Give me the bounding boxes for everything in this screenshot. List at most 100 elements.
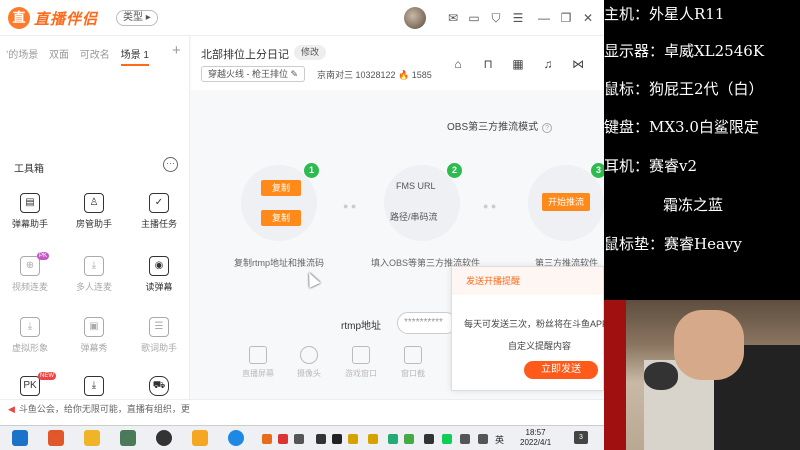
step-paste: FMS URL 路径/串码流 2 [384, 163, 462, 241]
app-brand: 直播伴侣 [34, 11, 99, 28]
tool-danmu-helper[interactable]: ▤ 弹幕助手 [2, 193, 58, 230]
close-icon[interactable]: ✕ [580, 10, 596, 26]
app-obs-icon[interactable] [156, 430, 172, 446]
volume-icon[interactable] [478, 434, 488, 444]
camera-icon [300, 346, 318, 364]
tray-icon[interactable] [368, 434, 378, 444]
source-window[interactable]: 窗口截 [391, 346, 435, 379]
network-icon[interactable] [460, 434, 470, 444]
minimize-icon[interactable]: — [536, 10, 552, 26]
app-face-icon[interactable] [84, 430, 100, 446]
app-window-icon[interactable] [120, 430, 136, 446]
download-icon: ⤓ [84, 376, 104, 396]
edge-icon[interactable] [228, 430, 244, 446]
step-start: 开始推流 3 [528, 163, 606, 241]
more-icon[interactable]: ··· [163, 157, 178, 172]
wechat-icon[interactable] [388, 434, 398, 444]
tool-danmu-show[interactable]: ▣ 弹幕秀 [66, 317, 122, 354]
main-panel: 北部排位上分日记 修改 穿越火线 - 枪王排位 ✎ 京南对三 10328122 … [191, 36, 608, 399]
scene-tab[interactable]: 双面 [49, 50, 69, 61]
copy-key-button[interactable]: 复制 [261, 210, 301, 226]
danmu-icon: ▤ [20, 193, 40, 213]
category-tag[interactable]: 穿越火线 - 枪王排位 ✎ [201, 66, 306, 82]
obs-mode-title: OBS第三方推流模式? [447, 118, 553, 133]
source-camera[interactable]: 摄像头 [287, 346, 331, 379]
window-icon [404, 346, 422, 364]
app-logo-icon: 直 [8, 7, 30, 29]
source-screen[interactable]: 直播屏幕 [236, 346, 280, 379]
scene-tab[interactable]: ’的场景 [6, 50, 38, 61]
lock-icon[interactable]: ⊓ [480, 56, 496, 72]
screen-icon[interactable]: ▭ [466, 10, 482, 26]
toolbox-title: 工具箱 [14, 164, 44, 175]
app-g-icon[interactable] [48, 430, 64, 446]
cam-mouse [644, 362, 678, 390]
send-now-button[interactable]: 立即发送 [524, 361, 598, 379]
tool-label: 多人连麦 [75, 282, 112, 292]
tool-multi-link[interactable]: ⤓ 多人连麦 [66, 256, 122, 293]
clock[interactable]: 18:57 2022/4/1 [520, 428, 551, 448]
live-reminder-popup: 发送开播提醒 每天可发送三次，粉丝将在斗鱼APP 自定义提醒内容 立即发送 [451, 266, 608, 391]
tray-icon[interactable] [294, 434, 304, 444]
tool-lyrics[interactable]: ☰ 歌词助手 [131, 317, 187, 354]
ime-indicator[interactable]: 英 [495, 433, 504, 446]
spec-line: 显示器：卓威XL2546K [604, 42, 765, 60]
cam-hand [674, 310, 744, 380]
step-connector: ● ● [483, 201, 497, 211]
nvidia-icon[interactable] [442, 434, 452, 444]
bell-icon[interactable]: ♫ [540, 56, 556, 72]
restore-icon[interactable]: ❐ [558, 10, 574, 26]
tray-icon[interactable] [278, 434, 288, 444]
tool-read-danmu[interactable]: ◉ 读弹幕 [131, 256, 187, 293]
tool-video-link[interactable]: ⊕ PK 视频连麦 [2, 252, 58, 293]
share-icon[interactable]: ⋈ [570, 56, 586, 72]
spec-line: 鼠标：狗屁王2代（白） [604, 80, 764, 98]
tray-icon[interactable] [404, 434, 414, 444]
scene-tab-active[interactable]: 场景 1 [120, 50, 149, 66]
source-label: 直播屏幕 [242, 369, 274, 378]
add-scene-button[interactable]: + [172, 42, 181, 59]
tool-label: 主播任务 [140, 219, 177, 229]
step-connector: ● ● [343, 201, 357, 211]
step-number-2: 2 [447, 163, 462, 178]
room-header: 北部排位上分日记 修改 穿越火线 - 枪王排位 ✎ 京南对三 10328122 … [191, 36, 604, 90]
copy-rtmp-button[interactable]: 复制 [261, 180, 301, 196]
qq-icon[interactable] [332, 434, 342, 444]
mail-icon[interactable]: ✉ [445, 10, 461, 26]
app-help-icon[interactable] [192, 430, 208, 446]
help-icon[interactable]: ? [542, 123, 553, 133]
tray-icon[interactable] [424, 434, 434, 444]
tray-icon[interactable] [348, 434, 358, 444]
task-icon: ✓ [149, 193, 169, 213]
scene-tabs: ’的场景 双面 可改名 场景 1 [6, 46, 157, 66]
shirt-icon[interactable]: ⛉ [488, 10, 504, 26]
tool-car[interactable]: ⛟ [131, 376, 187, 400]
tool-label: 视频连麦 [11, 282, 48, 292]
tool-anchor-task[interactable]: ✓ 主播任务 [131, 193, 187, 230]
read-danmu-icon: ◉ [149, 256, 169, 276]
video-link-icon: ⊕ PK [20, 252, 49, 276]
layout-icon[interactable]: ▦ [510, 56, 526, 72]
multi-link-icon: ⤓ [84, 256, 104, 276]
sidebar: ’的场景 双面 可改名 场景 1 + 工具箱 ··· ▤ 弹幕助手 ♙ 房管助手 ✓… [0, 36, 190, 399]
start-push-button[interactable]: 开始推流 [542, 193, 590, 211]
tray-icon[interactable] [262, 434, 272, 444]
spec-line: 霜冻之蓝 [663, 196, 724, 214]
gift-icon[interactable]: ⌂ [450, 56, 466, 72]
scene-tab[interactable]: 可改名 [80, 50, 110, 61]
tool-virtual-avatar[interactable]: ⤓ 虚拟形象 [2, 317, 58, 354]
speaker-icon: ◀ [8, 404, 15, 414]
edit-title-button[interactable]: 修改 [294, 45, 327, 60]
source-game[interactable]: 游戏窗口 [339, 346, 383, 379]
user-avatar[interactable] [404, 7, 426, 29]
type-button[interactable]: 类型 ▸ [116, 10, 158, 26]
mic-icon[interactable] [316, 434, 326, 444]
rtmp-field[interactable]: ********** [397, 312, 457, 334]
tool-pk[interactable]: PK NEW [2, 372, 58, 400]
custom-reminder-link[interactable]: 自定义提醒内容 [508, 339, 571, 352]
windows-start-icon[interactable] [12, 430, 28, 446]
tool-room-admin[interactable]: ♙ 房管助手 [66, 193, 122, 230]
menu-icon[interactable]: ☰ [510, 10, 526, 26]
notification-icon[interactable]: 3 [574, 431, 588, 444]
tool-download[interactable]: ⤓ [66, 376, 122, 400]
